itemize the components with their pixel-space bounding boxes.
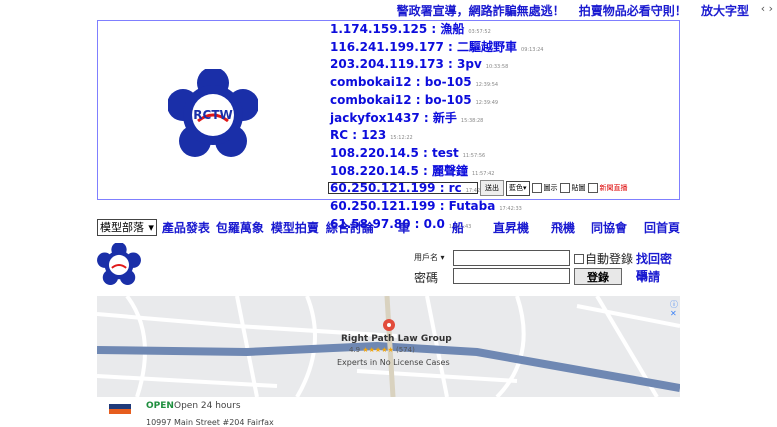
message-item[interactable]: 116.241.199.177 : 二驅越野車 09:13:24 <box>330 40 630 58</box>
auto-login-label: 自動登錄 <box>585 252 634 266</box>
nav-products[interactable]: 產品發表 <box>162 219 210 236</box>
live-checkbox[interactable] <box>587 183 598 193</box>
sticker-option-label: 貼圖 <box>571 184 586 192</box>
message-item[interactable]: jackyfox1437 : 新手 15:38:28 <box>330 111 630 129</box>
send-button[interactable]: 送出 <box>480 180 504 196</box>
top-bar: 警政署宣導，網路詐騙無處逃！ 拍賣物品必看守則！ 放大字型 ‹ › <box>0 0 777 20</box>
logo-text: RCTW <box>193 108 232 122</box>
message-item[interactable]: 60.250.121.199 : Futaba 17:42:33 <box>330 199 630 217</box>
map-place-name[interactable]: Right Path Law Group <box>341 334 452 344</box>
message-item[interactable]: combokai12 : bo-105 12:39:49 <box>330 93 630 111</box>
business-info: OPEN Open 24 hours 10997 Main Street #20… <box>97 397 680 427</box>
live-news-link[interactable]: 新聞直播 <box>600 183 628 193</box>
message-list: 1.174.159.125 : 漁船 03:57:52 116.241.199.1… <box>330 22 630 234</box>
nav-misc[interactable]: 包羅萬象 <box>216 219 264 236</box>
icon-checkbox[interactable] <box>531 183 542 193</box>
rctw-small-logo[interactable] <box>97 242 141 285</box>
top-link-fraud[interactable]: 警政署宣導，網路詐騙無處逃！ <box>397 4 565 18</box>
color-select[interactable]: 藍色 ▾ <box>506 180 530 196</box>
shout-controls: 送出 藍色 ▾ 圖示 貼圖 新聞直播 <box>328 180 628 196</box>
business-hours: Open 24 hours <box>174 401 241 411</box>
login-form: 用戶名 ▾ 自動登錄 找回密碼 密碼 登錄 申請 <box>410 250 682 290</box>
top-link-auction-rules[interactable]: 拍賣物品必看守則！ <box>579 4 687 18</box>
nav-cars[interactable]: 車 <box>398 219 410 236</box>
username-input[interactable] <box>453 250 570 266</box>
message-item[interactable]: 108.220.14.5 : 麗聲鐘 11:57:42 <box>330 164 630 182</box>
nav-discussion[interactable]: 綜合討論 <box>326 219 374 236</box>
nav-home[interactable]: 回首頁 <box>644 219 680 236</box>
shout-input[interactable] <box>328 182 478 194</box>
message-item[interactable]: 108.220.14.5 : test 11:57:56 <box>330 146 630 164</box>
rctw-logo: RCTW <box>167 67 259 157</box>
nav-airplanes[interactable]: 飛機 <box>551 219 575 236</box>
message-item[interactable]: combokai12 : bo-105 12:39:54 <box>330 75 630 93</box>
top-links: 警政署宣導，網路詐騙無處逃！ 拍賣物品必看守則！ 放大字型 <box>387 2 749 19</box>
register-link[interactable]: 申請 <box>636 268 660 285</box>
shoutbox: RCTW 1.174.159.125 : 漁船 03:57:52 116.241.… <box>97 20 680 231</box>
username-label: 用戶名 ▾ <box>414 253 445 262</box>
nav-boats[interactable]: 船 <box>452 219 464 236</box>
message-item[interactable]: 203.204.119.173 : 3pv 10:33:58 <box>330 57 630 75</box>
message-item[interactable]: RC : 123 15:12:22 <box>330 128 630 146</box>
sticker-checkbox[interactable] <box>559 183 570 193</box>
forum-select[interactable]: 模型部落 ▾ <box>97 218 157 236</box>
scroll-arrows-icon[interactable]: ‹ › <box>761 2 773 15</box>
login-button[interactable]: 登錄 <box>574 268 622 285</box>
password-label: 密碼 <box>414 271 439 285</box>
top-link-enlarge-font[interactable]: 放大字型 <box>701 4 749 18</box>
ad-close-icon[interactable]: ✕ <box>670 309 677 318</box>
nav-auction[interactable]: 模型拍賣 <box>271 219 319 236</box>
nav-helicopters[interactable]: 直昇機 <box>493 219 529 236</box>
business-logo <box>109 404 131 414</box>
forum-nav: 模型部落 ▾ 產品發表 包羅萬象 模型拍賣 綜合討論 車 船 直昇機 飛機 同協會… <box>97 217 680 237</box>
auto-login-checkbox[interactable] <box>574 254 584 264</box>
password-input[interactable] <box>453 268 570 284</box>
map-view[interactable]: Right Path Law Group 4.9 ★★★★★ (574) Exp… <box>97 296 680 397</box>
map-rating: 4.9 ★★★★★ (574) <box>349 346 415 354</box>
icon-option-label: 圖示 <box>543 184 558 192</box>
open-status: OPEN <box>146 401 174 411</box>
message-item[interactable]: 1.174.159.125 : 漁船 03:57:52 <box>330 22 630 40</box>
nav-associations[interactable]: 同協會 <box>591 219 627 236</box>
map-caption: Experts in No License Cases <box>337 358 450 367</box>
